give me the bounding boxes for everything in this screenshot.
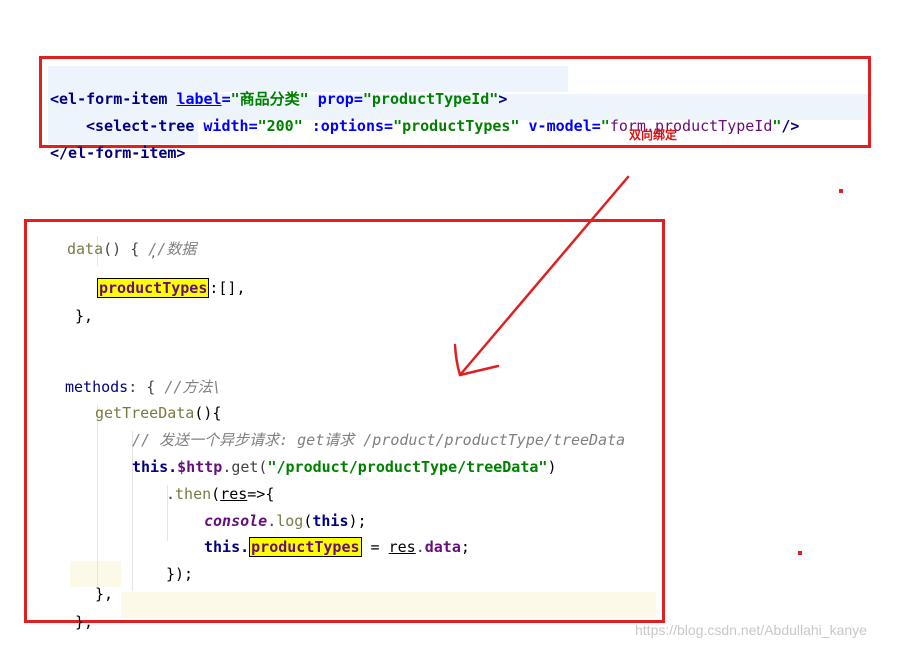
code-line-assign-product-types: this. productTypes = res.data; bbox=[204, 537, 470, 557]
two-way-binding-note: 双向绑定 bbox=[629, 128, 678, 142]
indent-guide-1 bbox=[97, 405, 98, 587]
code-line-el-form-item-close: </el-form-item> bbox=[50, 144, 186, 162]
code-line-close-method: }, bbox=[95, 585, 114, 603]
code-line-close-methods: }, bbox=[75, 613, 94, 631]
code-line-product-types: productTypes:[], bbox=[97, 278, 246, 298]
cursor-line-background bbox=[121, 592, 656, 618]
red-dot-1 bbox=[839, 189, 843, 193]
code-line-close-data: }, bbox=[75, 307, 94, 325]
code-line-data: data() { //数据 bbox=[67, 240, 197, 258]
code-line-close-then: }); bbox=[166, 565, 194, 583]
code-line-select-tree: <select-tree width="200" :options="produ… bbox=[86, 117, 800, 135]
red-dot-2 bbox=[798, 551, 802, 555]
code-line-fragment: , bbox=[150, 247, 157, 260]
watermark: https://blog.csdn.net/Abdullahi_kanye bbox=[635, 622, 867, 638]
